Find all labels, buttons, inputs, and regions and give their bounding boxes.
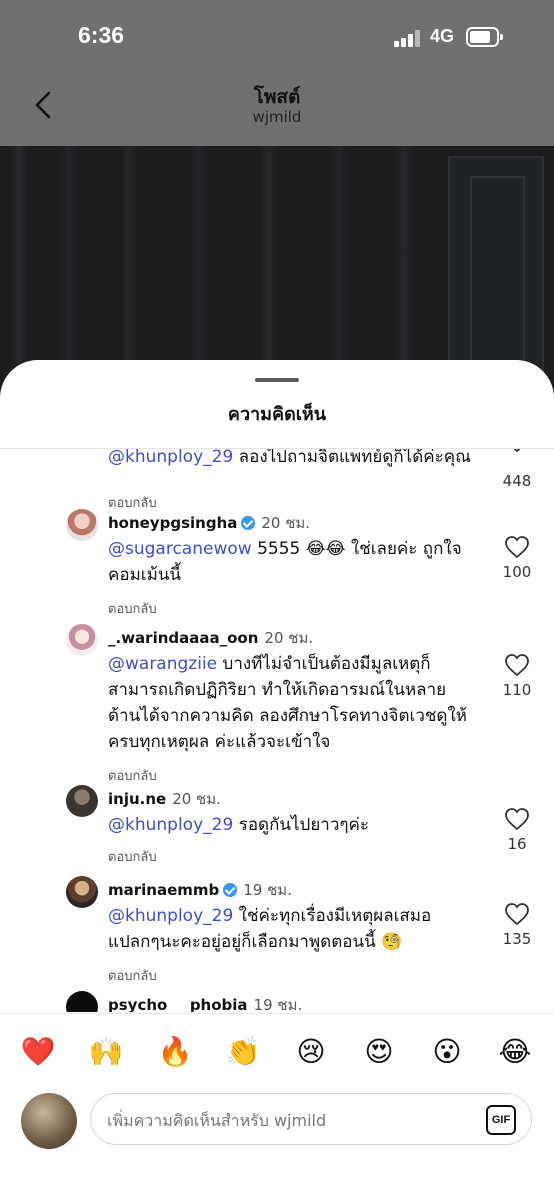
verified-badge-icon: [241, 516, 256, 530]
network-label: 4G: [430, 26, 455, 46]
comment-composer: GIF: [0, 1093, 554, 1200]
avatar[interactable]: [66, 509, 98, 541]
comment-input[interactable]: [107, 1106, 477, 1134]
heart-outline-icon[interactable]: [504, 449, 530, 453]
comment-username[interactable]: inju.ne: [108, 790, 166, 808]
heart-outline-icon[interactable]: [504, 535, 530, 559]
comment-username[interactable]: psycho___phobia: [108, 996, 248, 1012]
comment-text: รอดูกันไปยาวๆค่ะ: [233, 815, 370, 835]
reply-button[interactable]: ตอบกลับ: [108, 598, 157, 619]
heart-outline-icon[interactable]: [504, 902, 530, 926]
verified-badge-icon: [223, 883, 238, 897]
surprised-emoji-button[interactable]: 😮: [429, 1034, 465, 1070]
laughing-emoji-button[interactable]: 😂: [497, 1034, 533, 1070]
status-bar: 6:36 4G: [0, 0, 554, 72]
comment-item: honeypgsingha 20 ชม. @sugarcanewow 5555 😂…: [0, 507, 554, 619]
comment-time: 20 ชม.: [261, 514, 311, 532]
avatar[interactable]: [66, 785, 98, 817]
comment-username[interactable]: honeypgsingha: [108, 514, 237, 532]
raising-hands-emoji-button[interactable]: 🙌: [88, 1034, 124, 1070]
heart-emoji-button[interactable]: ❤️: [20, 1034, 56, 1070]
comment-time: 20 ชม.: [264, 629, 314, 647]
comment-mention[interactable]: @khunploy_29: [108, 906, 233, 926]
battery-icon: [466, 27, 503, 47]
comment-time: 19 ชม.: [253, 996, 303, 1012]
like-count: 16: [507, 835, 527, 853]
current-user-avatar[interactable]: [21, 1093, 77, 1149]
avatar[interactable]: [66, 876, 98, 908]
sheet-title: ความคิดเห็น: [227, 404, 327, 425]
avatar[interactable]: [66, 624, 98, 656]
crying-emoji-button[interactable]: 😢: [293, 1034, 329, 1070]
heart-outline-icon[interactable]: [504, 653, 530, 677]
comment-username[interactable]: _.warindaaaa_oon: [108, 629, 258, 647]
comment-item: marinaemmb 19 ชม. @khunploy_29 ใช่ค่ะทุกเ…: [0, 874, 554, 986]
comment-time: 20 ชม.: [172, 790, 221, 808]
reply-button[interactable]: ตอบกลับ: [108, 965, 157, 986]
quick-reactions-bar: ❤️ 🙌 🔥 👏 😢 😍 😮 😂: [0, 1013, 554, 1093]
clapping-emoji-button[interactable]: 👏: [225, 1034, 261, 1070]
comment-item: inju.ne 20 ชม. @khunploy_29 รอดูกันไปยาวๆ…: [0, 783, 554, 869]
like-count: 448: [502, 472, 532, 490]
comment-item: @khunploy_29 ลองไปถามจิตแพทย์ดูก็ได้ค่ะค…: [0, 449, 554, 511]
status-time: 6:36: [78, 22, 125, 48]
signal-icon: [394, 30, 422, 47]
comment-text: ลองไปถามจิตแพทย์ดูก็ได้ค่ะคุณ: [233, 449, 471, 467]
heart-eyes-emoji-button[interactable]: 😍: [361, 1034, 397, 1070]
comment-item: psycho___phobia 19 ชม.: [0, 989, 554, 1012]
page-subtitle[interactable]: wjmild: [0, 108, 554, 126]
comment-list[interactable]: @khunploy_29 ลองไปถามจิตแพทย์ดูก็ได้ค่ะค…: [0, 449, 554, 1012]
comment-mention[interactable]: @khunploy_29: [108, 449, 233, 467]
like-count: 135: [502, 930, 532, 948]
comment-mention[interactable]: @sugarcanewow: [108, 539, 252, 559]
comment-mention[interactable]: @khunploy_29: [108, 815, 233, 835]
comment-time: 19 ชม.: [243, 881, 292, 899]
comment-item: _.warindaaaa_oon 20 ชม. @warangziie บางที…: [0, 622, 554, 784]
like-count: 110: [502, 681, 532, 699]
comment-mention[interactable]: @warangziie: [108, 654, 217, 674]
sheet-drag-handle[interactable]: [255, 378, 299, 382]
comment-username[interactable]: marinaemmb: [108, 881, 219, 899]
gif-button[interactable]: GIF: [486, 1105, 516, 1135]
like-count: 100: [502, 563, 532, 581]
heart-outline-icon[interactable]: [504, 807, 530, 831]
nav-bar: โพสต์ wjmild: [0, 72, 554, 146]
fire-emoji-button[interactable]: 🔥: [157, 1034, 193, 1070]
reply-button[interactable]: ตอบกลับ: [108, 846, 157, 867]
avatar[interactable]: [66, 991, 98, 1012]
comment-input-box[interactable]: GIF: [90, 1093, 532, 1145]
